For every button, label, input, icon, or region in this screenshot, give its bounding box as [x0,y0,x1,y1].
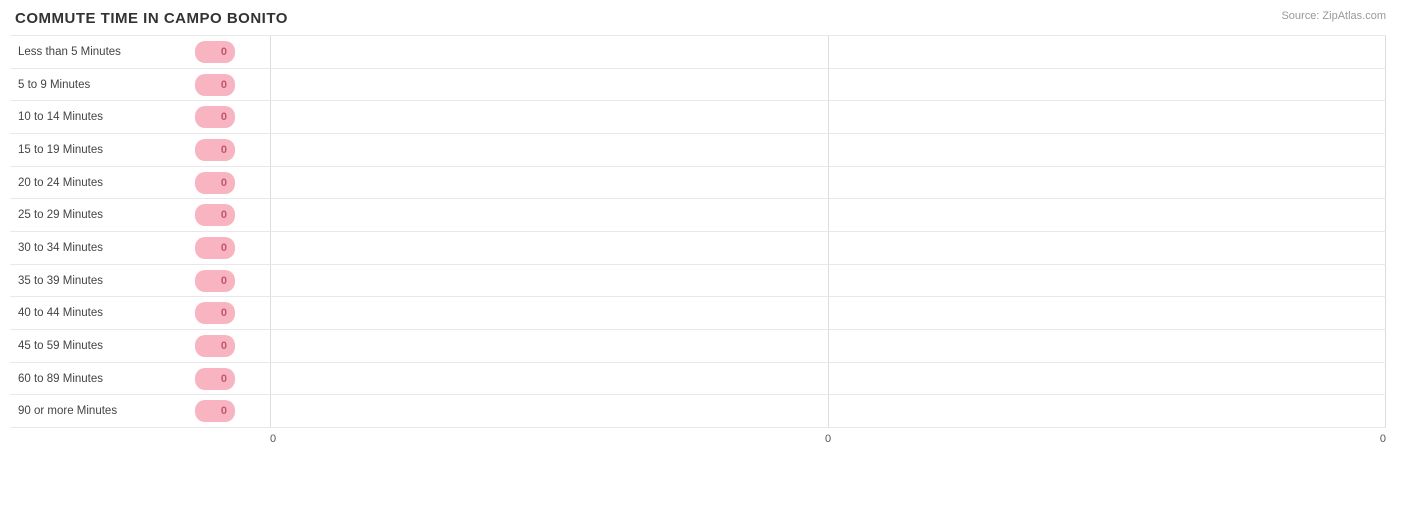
pill-value: 0 [221,177,227,189]
table-row: 25 to 29 Minutes 0 [10,199,1386,232]
bar-pill-section: 0 [195,204,270,226]
row-label: 60 to 89 Minutes [10,373,195,385]
source-text: Source: ZipAtlas.com [1281,10,1386,22]
chart-title: COMMUTE TIME IN CAMPO BONITO [15,10,1386,27]
pill-value: 0 [221,242,227,254]
bar-pill-section: 0 [195,106,270,128]
bar-graph-area [270,234,1386,262]
bar-pill-section: 0 [195,41,270,63]
table-row: 10 to 14 Minutes 0 [10,101,1386,134]
bar-pill-section: 0 [195,172,270,194]
row-label: 40 to 44 Minutes [10,307,195,319]
row-label: Less than 5 Minutes [10,46,195,58]
pill-value: 0 [221,373,227,385]
pill: 0 [195,237,235,259]
pill-value: 0 [221,46,227,58]
bar-graph-area [270,299,1386,327]
bar-graph-area [270,103,1386,131]
x-label-2: 0 [825,433,831,453]
x-label-3: 0 [1380,433,1386,453]
pill-value: 0 [221,340,227,352]
table-row: 5 to 9 Minutes 0 [10,69,1386,102]
bar-pill-section: 0 [195,139,270,161]
row-label: 5 to 9 Minutes [10,79,195,91]
table-row: 30 to 34 Minutes 0 [10,232,1386,265]
bar-graph-area [270,136,1386,164]
pill: 0 [195,106,235,128]
pill: 0 [195,172,235,194]
chart-container: COMMUTE TIME IN CAMPO BONITO Source: Zip… [0,0,1406,523]
pill-value: 0 [221,144,227,156]
row-label: 45 to 59 Minutes [10,340,195,352]
chart-area: Less than 5 Minutes 0 5 to 9 Minutes 0 1… [10,35,1386,453]
pill: 0 [195,74,235,96]
bar-graph-area [270,365,1386,393]
row-label: 30 to 34 Minutes [10,242,195,254]
row-label: 20 to 24 Minutes [10,177,195,189]
row-label: 25 to 29 Minutes [10,209,195,221]
table-row: Less than 5 Minutes 0 [10,35,1386,69]
bar-graph-area [270,71,1386,99]
pill: 0 [195,270,235,292]
pill-value: 0 [221,111,227,123]
table-row: 60 to 89 Minutes 0 [10,363,1386,396]
row-label: 15 to 19 Minutes [10,144,195,156]
bar-graph-area [270,169,1386,197]
pill: 0 [195,139,235,161]
bar-graph-area [270,332,1386,360]
pill: 0 [195,302,235,324]
bar-graph-area [270,38,1386,66]
bar-graph-area [270,397,1386,425]
x-axis-labels: 0 0 0 [270,433,1386,453]
table-row: 45 to 59 Minutes 0 [10,330,1386,363]
pill: 0 [195,41,235,63]
pill-value: 0 [221,307,227,319]
table-row: 15 to 19 Minutes 0 [10,134,1386,167]
bar-pill-section: 0 [195,237,270,259]
pill: 0 [195,368,235,390]
table-row: 90 or more Minutes 0 [10,395,1386,428]
bar-pill-section: 0 [195,270,270,292]
table-row: 40 to 44 Minutes 0 [10,297,1386,330]
table-row: 20 to 24 Minutes 0 [10,167,1386,200]
pill: 0 [195,204,235,226]
table-row: 35 to 39 Minutes 0 [10,265,1386,298]
pill-value: 0 [221,209,227,221]
row-label: 35 to 39 Minutes [10,275,195,287]
pill-value: 0 [221,275,227,287]
bar-pill-section: 0 [195,400,270,422]
bar-graph-area [270,201,1386,229]
pill-value: 0 [221,405,227,417]
row-label: 90 or more Minutes [10,405,195,417]
bar-pill-section: 0 [195,368,270,390]
bar-pill-section: 0 [195,335,270,357]
bar-pill-section: 0 [195,74,270,96]
pill-value: 0 [221,79,227,91]
bar-graph-area [270,267,1386,295]
rows-container: Less than 5 Minutes 0 5 to 9 Minutes 0 1… [10,35,1386,428]
pill: 0 [195,335,235,357]
pill: 0 [195,400,235,422]
x-label-1: 0 [270,433,276,453]
bar-pill-section: 0 [195,302,270,324]
row-label: 10 to 14 Minutes [10,111,195,123]
